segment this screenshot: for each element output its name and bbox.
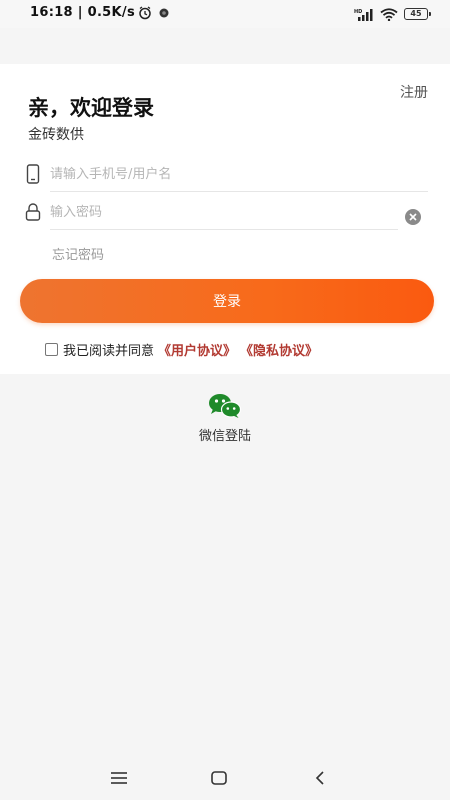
privacy-agreement-link[interactable]: 《隐私协议》 bbox=[240, 340, 318, 359]
agreement-checkbox[interactable] bbox=[45, 342, 58, 356]
password-underline bbox=[50, 229, 398, 230]
login-card: 注册 亲，欢迎登录 金砖数供 忘记密码 bbox=[0, 64, 450, 374]
wechat-login-label[interactable]: 微信登陆 bbox=[0, 425, 450, 444]
page-title: 亲，欢迎登录 bbox=[28, 96, 154, 120]
status-system-icons: HD 45 bbox=[354, 6, 431, 22]
app-notification-icon bbox=[159, 8, 169, 18]
phone-field bbox=[20, 156, 430, 192]
menu-icon[interactable] bbox=[107, 768, 131, 788]
signal-icon: HD bbox=[354, 8, 373, 21]
network-speed: | 0.5K/s bbox=[77, 5, 135, 20]
wechat-icon[interactable] bbox=[208, 393, 242, 419]
battery-level: 45 bbox=[410, 9, 422, 18]
agreement-row: 我已阅读并同意 《用户协议》 《隐私协议》 bbox=[45, 340, 318, 359]
agreement-text: 我已阅读并同意 bbox=[63, 343, 155, 359]
login-button[interactable]: 登录 bbox=[20, 279, 434, 323]
status-bar: 16:18 | 0.5K/s HD 45 bbox=[0, 0, 450, 28]
password-field bbox=[20, 194, 430, 230]
phone-underline bbox=[50, 191, 428, 192]
forgot-password-link[interactable]: 忘记密码 bbox=[52, 244, 104, 263]
login-screen: 16:18 | 0.5K/s HD 45 注册 亲，欢迎登录 金砖数供 请输入手… bbox=[0, 0, 450, 800]
user-agreement-link[interactable]: 《用户协议》 bbox=[158, 340, 236, 359]
back-icon[interactable] bbox=[308, 768, 332, 788]
phone-icon bbox=[26, 164, 40, 184]
status-time: 16:18 | 0.5K/s bbox=[30, 5, 135, 20]
svg-text:HD: HD bbox=[354, 9, 362, 15]
page-subtitle: 金砖数供 bbox=[28, 127, 84, 143]
system-nav-bar bbox=[0, 756, 450, 800]
password-input[interactable] bbox=[50, 194, 390, 230]
clock-time: 16:18 bbox=[30, 5, 73, 20]
alarm-icon bbox=[139, 6, 151, 20]
register-link[interactable]: 注册 bbox=[400, 82, 428, 102]
status-notification-icons bbox=[138, 6, 170, 20]
lock-icon bbox=[25, 203, 41, 221]
wifi-icon bbox=[380, 7, 398, 21]
battery-icon: 45 bbox=[404, 8, 431, 20]
clear-icon[interactable] bbox=[405, 209, 421, 225]
phone-input[interactable] bbox=[50, 156, 420, 192]
home-icon[interactable] bbox=[207, 768, 231, 788]
